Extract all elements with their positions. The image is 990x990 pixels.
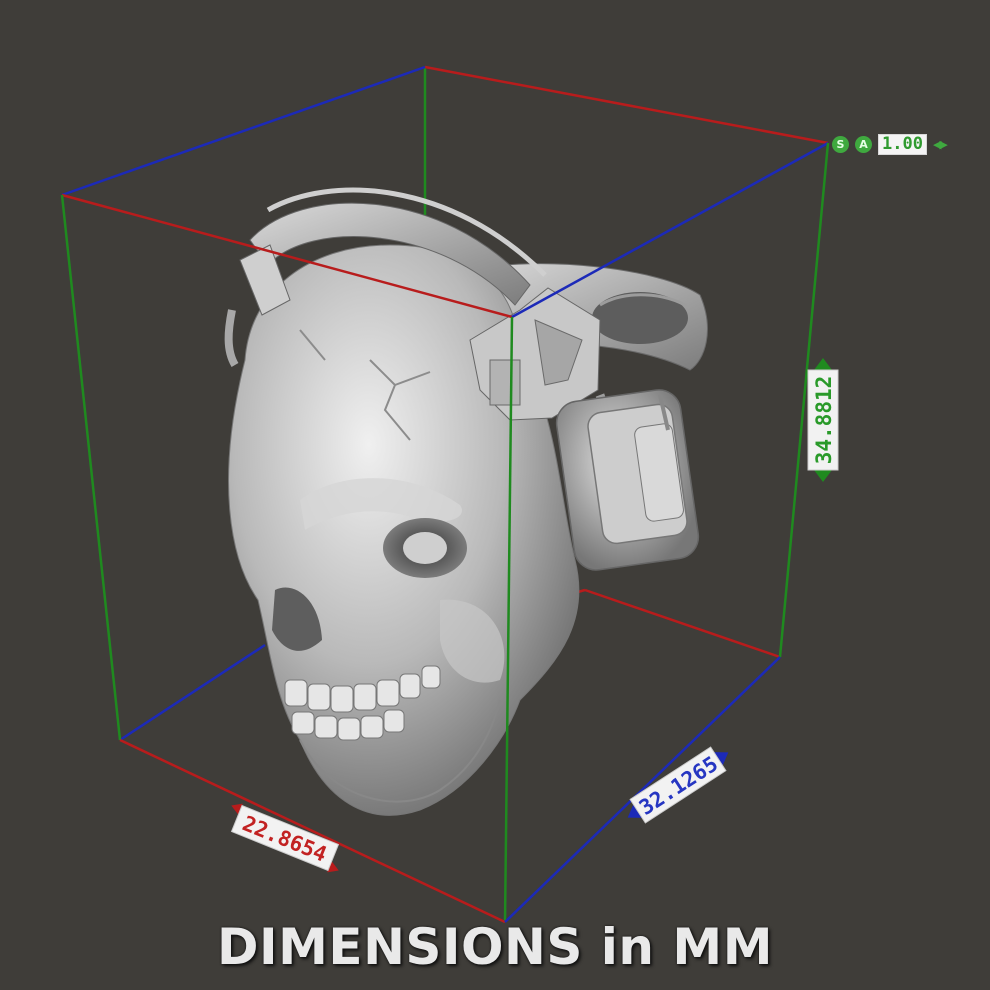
z-dimension-value: 34.8812 (812, 376, 836, 465)
s-toggle-icon[interactable]: S (832, 135, 849, 153)
z-dimension-label: 34.8812 (807, 358, 839, 482)
x-dimension-value: 22.8654 (239, 811, 330, 866)
caption-title: DIMENSIONS in MM (217, 918, 773, 976)
scale-value-field[interactable]: 1.00 (878, 133, 927, 155)
3d-viewport[interactable]: 22.8654 32.1265 34.8812 S A 1.00 ◀▶ DIME… (0, 0, 990, 990)
scale-widget: S A 1.00 ◀▶ (832, 133, 948, 155)
a-toggle-icon[interactable]: A (855, 135, 872, 153)
scale-stepper-arrows-icon[interactable]: ◀▶ (933, 138, 948, 151)
